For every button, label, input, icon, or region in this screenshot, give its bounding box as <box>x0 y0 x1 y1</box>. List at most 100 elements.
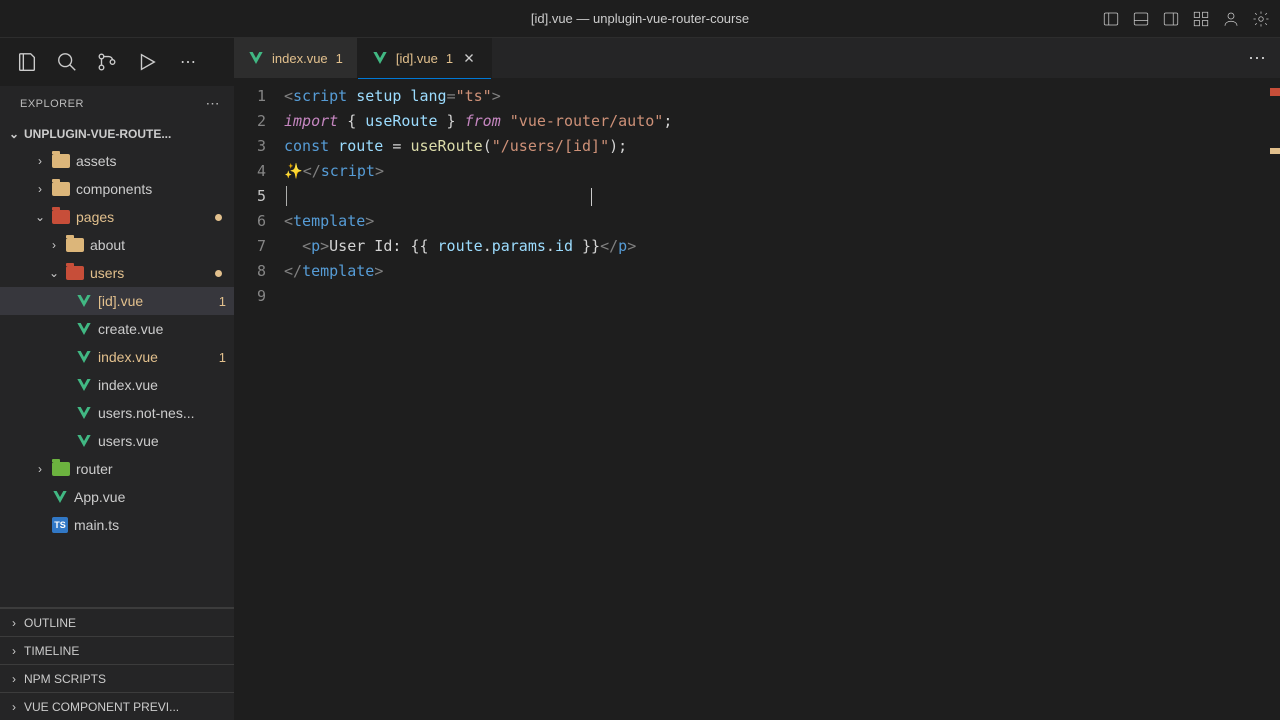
tab-badge: 1 <box>336 51 343 66</box>
folder-assets[interactable]: › assets <box>0 147 234 175</box>
line-number: 1 <box>234 84 266 109</box>
sidebar: ⋯ EXPLORER ⋯ ⌄ UNPLUGIN-VUE-ROUTE... › a… <box>0 38 234 720</box>
settings-gear-icon[interactable] <box>1252 10 1270 28</box>
search-icon[interactable] <box>56 51 78 73</box>
file-users-not-nested[interactable]: users.not-nes... <box>0 399 234 427</box>
activity-bar: ⋯ <box>0 38 234 86</box>
code-editor[interactable]: 1 2 3 4 5 6 7 8 9 <script setup lang="ts… <box>234 78 1280 720</box>
source-control-icon[interactable] <box>96 51 118 73</box>
line-number: 9 <box>234 284 266 309</box>
line-number: 4 <box>234 159 266 184</box>
layout-grid-icon[interactable] <box>1192 10 1210 28</box>
cursor <box>286 186 287 206</box>
account-icon[interactable] <box>1222 10 1240 28</box>
vue-file-icon <box>76 433 92 449</box>
file-label: index.vue <box>98 349 207 365</box>
file-create-vue[interactable]: create.vue <box>0 315 234 343</box>
chevron-down-icon: ⌄ <box>8 127 20 141</box>
code-line: const route = useRoute("/users/[id]"); <box>284 134 1280 159</box>
chevron-right-icon: › <box>48 238 60 252</box>
editor-more-actions[interactable]: ⋯ <box>1236 38 1280 78</box>
file-app-vue[interactable]: App.vue <box>0 483 234 511</box>
vue-file-icon <box>76 405 92 421</box>
folder-label: router <box>76 461 226 477</box>
text-cursor-indicator <box>591 188 592 206</box>
vue-file-icon <box>76 321 92 337</box>
chevron-right-icon: › <box>8 644 20 658</box>
folder-icon <box>66 266 84 280</box>
layout-panel-bottom-icon[interactable] <box>1132 10 1150 28</box>
folder-router[interactable]: › router <box>0 455 234 483</box>
file-pages-index-vue[interactable]: index.vue <box>0 371 234 399</box>
code-content[interactable]: <script setup lang="ts"> import { useRou… <box>284 84 1280 720</box>
vue-file-icon <box>372 50 388 66</box>
folder-pages[interactable]: ⌄ pages <box>0 203 234 231</box>
code-line: </template> <box>284 259 1280 284</box>
file-tree: › assets › components ⌄ pages › <box>0 147 234 607</box>
line-number: 8 <box>234 259 266 284</box>
folder-icon <box>52 210 70 224</box>
tab-id-vue[interactable]: [id].vue 1 <box>358 38 492 78</box>
activity-more-icon[interactable]: ⋯ <box>180 52 196 72</box>
timeline-section[interactable]: › TIMELINE <box>0 636 234 664</box>
code-line <box>284 184 1280 209</box>
vue-file-icon <box>248 50 264 66</box>
vue-file-icon <box>76 377 92 393</box>
tab-label: index.vue <box>272 51 328 66</box>
folder-icon <box>52 462 70 476</box>
section-label: VUE COMPONENT PREVI... <box>24 700 179 714</box>
folder-about[interactable]: › about <box>0 231 234 259</box>
folder-icon <box>52 154 70 168</box>
layout-panel-right-icon[interactable] <box>1162 10 1180 28</box>
file-label: create.vue <box>98 321 226 337</box>
folder-icon <box>52 182 70 196</box>
code-line: ✨</script> <box>284 159 1280 184</box>
file-users-index-vue[interactable]: index.vue 1 <box>0 343 234 371</box>
npm-scripts-section[interactable]: › NPM SCRIPTS <box>0 664 234 692</box>
problem-badge: 1 <box>219 350 226 365</box>
line-number: 5 <box>234 184 266 209</box>
outline-section[interactable]: › OUTLINE <box>0 608 234 636</box>
file-main-ts[interactable]: TS main.ts <box>0 511 234 539</box>
folder-users[interactable]: ⌄ users <box>0 259 234 287</box>
file-label: [id].vue <box>98 293 207 309</box>
chevron-right-icon: › <box>8 672 20 686</box>
code-line: <script setup lang="ts"> <box>284 84 1280 109</box>
tab-close-button[interactable] <box>461 50 477 66</box>
folder-components[interactable]: › components <box>0 175 234 203</box>
line-gutter: 1 2 3 4 5 6 7 8 9 <box>234 84 284 720</box>
chevron-right-icon: › <box>8 700 20 714</box>
run-debug-icon[interactable] <box>136 51 158 73</box>
tab-index-vue[interactable]: index.vue 1 <box>234 38 358 78</box>
folder-label: about <box>90 237 226 253</box>
file-label: App.vue <box>74 489 226 505</box>
folder-label: components <box>76 181 226 197</box>
modified-indicator <box>215 270 222 277</box>
overview-ruler[interactable] <box>1266 78 1280 720</box>
explorer-icon[interactable] <box>16 51 38 73</box>
tab-label: [id].vue <box>396 51 438 66</box>
folder-icon <box>66 238 84 252</box>
code-line: <template> <box>284 209 1280 234</box>
code-line <box>284 284 1280 309</box>
vue-preview-section[interactable]: › VUE COMPONENT PREVI... <box>0 692 234 720</box>
sidebar-bottom-sections: › OUTLINE › TIMELINE › NPM SCRIPTS › VUE… <box>0 607 234 720</box>
file-id-vue[interactable]: [id].vue 1 <box>0 287 234 315</box>
titlebar: [id].vue — unplugin-vue-router-course <box>0 0 1280 38</box>
file-users-vue[interactable]: users.vue <box>0 427 234 455</box>
explorer-more-icon[interactable]: ⋯ <box>206 95 221 112</box>
section-label: TIMELINE <box>24 644 79 658</box>
chevron-right-icon: › <box>34 462 46 476</box>
layout-panel-left-icon[interactable] <box>1102 10 1120 28</box>
line-number: 3 <box>234 134 266 159</box>
folder-label: assets <box>76 153 226 169</box>
problem-badge: 1 <box>219 294 226 309</box>
file-label: index.vue <box>98 377 226 393</box>
editor-tabs: index.vue 1 [id].vue 1 ⋯ <box>234 38 1280 78</box>
modified-indicator <box>215 214 222 221</box>
chevron-right-icon: › <box>34 154 46 168</box>
line-number: 6 <box>234 209 266 234</box>
project-section-header[interactable]: ⌄ UNPLUGIN-VUE-ROUTE... <box>0 121 234 147</box>
vue-file-icon <box>76 349 92 365</box>
project-name: UNPLUGIN-VUE-ROUTE... <box>24 127 171 141</box>
